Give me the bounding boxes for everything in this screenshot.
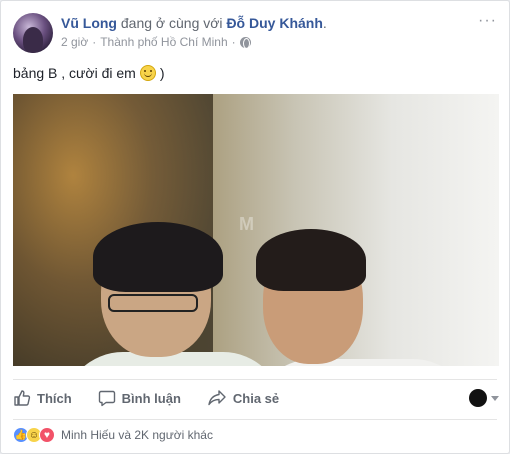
author-name[interactable]: Vũ Long <box>61 15 117 31</box>
photo-watermark: M <box>239 214 255 234</box>
reaction-icons: 👍 ☺ ♥ <box>13 427 55 443</box>
status-text: bảng B , cười đi em ) <box>13 65 165 81</box>
with-text: đang ở cùng với <box>120 15 223 31</box>
meta-separator-2: · <box>231 35 236 49</box>
share-button[interactable]: Chia sẻ <box>207 389 279 407</box>
audience-selector[interactable] <box>469 389 499 407</box>
status-suffix: ) <box>159 65 165 81</box>
photo-person-left-hair <box>93 222 223 292</box>
reactions-summary[interactable]: 👍 ☺ ♥ Minh Hiếu và 2K người khác <box>13 427 213 443</box>
post-meta: 2 giờ · Thành phố Hồ Chí Minh · <box>61 35 251 49</box>
chevron-down-icon <box>491 395 499 401</box>
smiley-icon <box>139 65 156 81</box>
like-label: Thích <box>37 390 72 406</box>
author-avatar[interactable] <box>13 13 53 53</box>
post-title-line: Vũ Long đang ở cùng với Đỗ Duy Khánh. <box>61 15 327 31</box>
more-options-button[interactable]: ··· <box>478 13 497 29</box>
thumbs-up-icon <box>14 390 31 406</box>
love-icon: ♥ <box>39 427 55 443</box>
globe-icon[interactable] <box>239 36 251 49</box>
divider <box>13 419 497 420</box>
comment-label: Bình luận <box>121 390 181 406</box>
status-message: bảng B , cười đi em <box>13 65 136 81</box>
comment-icon <box>98 390 115 407</box>
photo-person-right-body <box>253 359 473 366</box>
user-avatar-icon <box>469 389 487 407</box>
reactions-text[interactable]: Minh Hiếu và 2K người khác <box>61 428 213 442</box>
meta-separator: · <box>92 35 97 49</box>
post-photo[interactable]: M <box>13 94 499 366</box>
post-card: Vũ Long đang ở cùng với Đỗ Duy Khánh. 2 … <box>0 0 510 454</box>
tagged-name[interactable]: Đỗ Duy Khánh <box>226 15 322 31</box>
like-button[interactable]: Thích <box>13 389 72 407</box>
tagged-suffix: . <box>322 15 327 31</box>
post-time[interactable]: 2 giờ <box>61 35 88 49</box>
share-icon <box>208 390 226 406</box>
post-header: Vũ Long đang ở cùng với Đỗ Duy Khánh. 2 … <box>13 13 497 53</box>
share-label: Chia sẻ <box>232 390 280 406</box>
comment-button[interactable]: Bình luận <box>98 389 181 407</box>
divider <box>13 379 497 380</box>
post-actions: Thích Bình luận Chia sẻ <box>13 385 497 411</box>
post-location[interactable]: Thành phố Hồ Chí Minh <box>100 35 227 49</box>
photo-glasses <box>108 294 198 312</box>
photo-person-right-hair <box>256 229 366 291</box>
